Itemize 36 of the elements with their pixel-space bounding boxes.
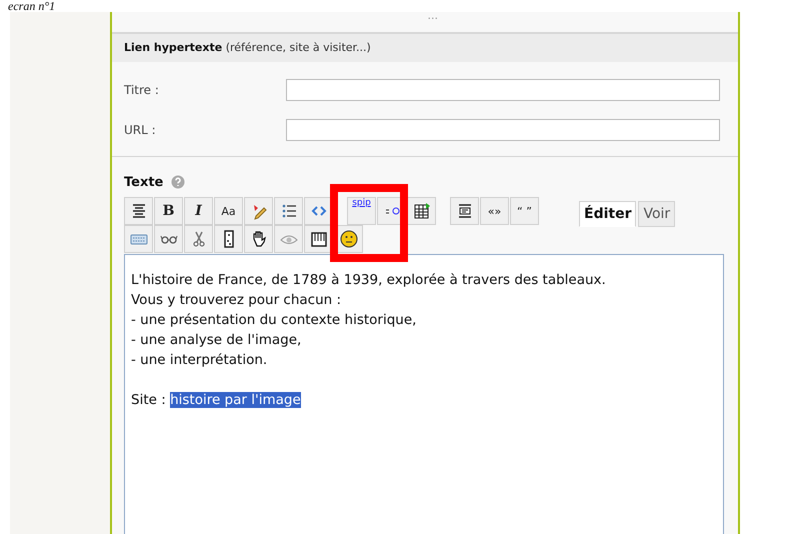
toolbar-button[interactable] <box>244 225 273 253</box>
text-line: - une analyse de l'image, <box>131 331 302 350</box>
input-field[interactable] <box>286 79 720 101</box>
toolbar-button[interactable] <box>154 225 183 253</box>
site-label: Site : <box>131 392 167 408</box>
toolbar-button[interactable] <box>124 197 153 225</box>
text-line: - une présentation du contexte historique, <box>131 311 418 330</box>
toolbar-button[interactable]: I <box>184 197 213 225</box>
text-line: L'histoire de France, de 1789 à 1939, explorée à travers des tableaux. <box>131 271 607 290</box>
list-icon <box>280 202 298 220</box>
toolbar-button[interactable] <box>214 225 243 253</box>
tab[interactable]: Éditer <box>579 201 636 227</box>
field-label: URL : <box>124 123 157 137</box>
ellipsis: ... <box>428 12 438 22</box>
toolbar-button[interactable]: Aa <box>214 197 243 225</box>
section-title: Lien hypertexte (référence, site à visiter...) <box>124 41 371 54</box>
table-icon <box>412 202 430 220</box>
caption: ecran n°1 <box>8 0 56 12</box>
smiley-icon <box>340 230 358 248</box>
selected-text: histoire par l'image <box>170 392 301 408</box>
toolbar-button[interactable] <box>274 197 303 225</box>
toolbar-button[interactable] <box>407 197 436 225</box>
spip-link-button[interactable]: spip <box>347 197 376 225</box>
text-editor[interactable] <box>124 254 724 534</box>
text-line: - une interprétation. <box>131 351 268 370</box>
toolbar-button[interactable] <box>304 225 333 253</box>
toolbar-button[interactable]: B <box>154 197 183 225</box>
text-line: Vous y trouverez pour chacun : <box>131 291 342 310</box>
toolbar-button[interactable] <box>450 197 479 225</box>
toolbar-button[interactable]: «» <box>480 197 509 225</box>
ruler-icon <box>310 230 328 248</box>
field-label: Titre : <box>124 83 160 97</box>
tab[interactable]: Voir <box>638 201 676 227</box>
toolbar-button[interactable]: “ ” <box>510 197 539 225</box>
input-field[interactable] <box>286 119 720 141</box>
text-label: Texte <box>124 174 164 190</box>
